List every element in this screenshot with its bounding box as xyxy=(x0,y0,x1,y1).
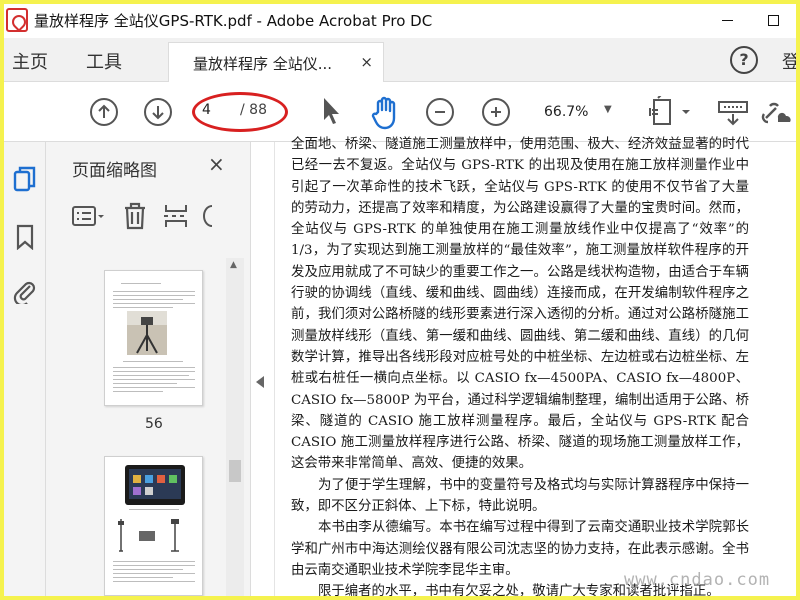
page-thumbnail[interactable] xyxy=(104,456,203,596)
thumbnail-panel: 页面缩略图 × ▲ 56 xyxy=(46,142,252,596)
zoom-in-button[interactable] xyxy=(482,98,510,126)
tab-tools[interactable]: 工具 xyxy=(86,48,122,74)
tab-home[interactable]: 主页 xyxy=(12,48,48,74)
tab-row: 主页 工具 量放样程序 全站仪... × ? 登 xyxy=(4,38,796,82)
document-view[interactable]: 全面地、桥梁、隧道施工测量放样中，使用范围、极大、经济效益显著的时代已经一去不复… xyxy=(274,137,796,596)
acrobat-app-icon xyxy=(6,8,28,32)
next-page-button[interactable] xyxy=(144,98,172,126)
plus-icon xyxy=(491,107,501,117)
screenshot-frame: 量放样程序 全站仪GPS-RTK.pdf - Adobe Acrobat Pro… xyxy=(0,0,800,600)
scrollbar-thumb[interactable] xyxy=(229,460,241,482)
select-cursor-icon[interactable] xyxy=(320,96,342,126)
red-annotation-ellipse xyxy=(192,92,288,132)
minimize-button[interactable] xyxy=(704,6,750,34)
document-text: 全面地、桥梁、隧道施工测量放样中，使用范围、极大、经济效益显著的时代已经一去不复… xyxy=(291,134,749,596)
doc-paragraph: 为了便于学生理解，书中的变量符号及格式均与实际计算器程序中保持一致，即不区分正斜… xyxy=(291,477,749,515)
close-panel-button[interactable]: × xyxy=(208,152,225,176)
read-mode-icon[interactable] xyxy=(716,96,750,130)
window-title: 量放样程序 全站仪GPS-RTK.pdf - Adobe Acrobat Pro… xyxy=(34,12,433,30)
thumbnail-page-label: 56 xyxy=(145,416,163,432)
zoom-out-button[interactable] xyxy=(426,98,454,126)
share-link-icon[interactable] xyxy=(760,96,794,130)
close-tab-button[interactable]: × xyxy=(360,53,373,71)
toolbar: 4 / 88 66.7% ▼ xyxy=(4,82,796,142)
thumbnail-figure xyxy=(118,519,179,552)
options-menu-icon[interactable] xyxy=(72,204,104,230)
attachment-icon[interactable] xyxy=(12,278,38,304)
page-thumbnails-icon[interactable] xyxy=(12,166,38,192)
maximize-icon xyxy=(767,14,779,26)
chevron-down-icon[interactable]: ▼ xyxy=(604,104,612,115)
thumbnail-photo xyxy=(125,465,185,505)
panel-toolbar xyxy=(72,202,252,232)
collapse-panel-arrow-icon[interactable] xyxy=(256,376,264,388)
left-navigation-rail xyxy=(4,142,46,596)
doc-paragraph: 全面地、桥梁、隧道施工测量放样中，使用范围、极大、经济效益显著的时代已经一去不复… xyxy=(291,137,749,472)
site-watermark: www.cndao.com xyxy=(624,570,771,590)
document-tab-label: 量放样程序 全站仪... xyxy=(193,55,333,73)
rotate-icon[interactable] xyxy=(202,202,214,230)
sign-in-label[interactable]: 登 xyxy=(782,48,796,74)
bookmark-icon[interactable] xyxy=(12,224,38,250)
page-thumbnail[interactable] xyxy=(104,270,203,406)
minimize-icon xyxy=(721,19,733,21)
previous-page-button[interactable] xyxy=(90,98,118,126)
thumbnail-photo xyxy=(127,311,167,355)
thumbnail-scrollbar[interactable]: ▲ xyxy=(226,258,244,596)
fit-page-icon[interactable] xyxy=(648,96,694,130)
title-bar: 量放样程序 全站仪GPS-RTK.pdf - Adobe Acrobat Pro… xyxy=(4,4,796,38)
arrow-up-icon xyxy=(98,104,110,118)
minus-icon xyxy=(435,111,445,113)
tab-document[interactable]: 量放样程序 全站仪... × xyxy=(168,42,384,82)
panel-title: 页面缩略图 xyxy=(72,161,157,181)
scroll-up-icon[interactable]: ▲ xyxy=(230,260,237,270)
delete-icon[interactable] xyxy=(122,202,148,230)
page-break-icon[interactable] xyxy=(162,202,190,230)
help-icon[interactable]: ? xyxy=(730,46,758,74)
zoom-level-select[interactable]: 66.7% xyxy=(544,104,588,120)
hand-tool-icon[interactable] xyxy=(370,96,402,130)
arrow-down-icon xyxy=(152,106,164,120)
maximize-button[interactable] xyxy=(750,6,796,34)
